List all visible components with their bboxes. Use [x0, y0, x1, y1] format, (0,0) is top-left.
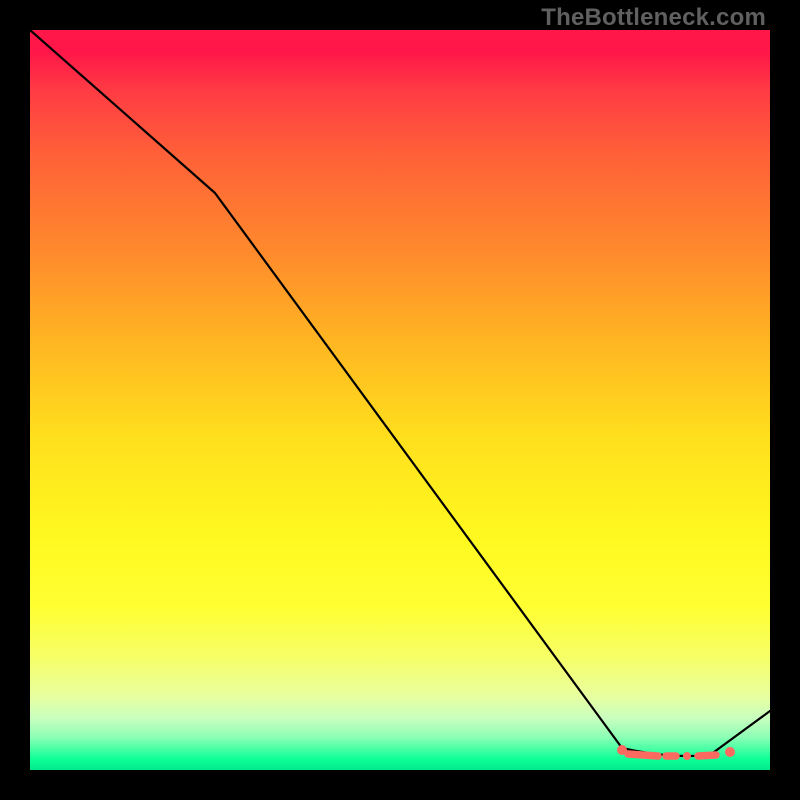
plot-area: [30, 30, 770, 770]
optimal-region-markers: [617, 745, 735, 760]
bottleneck-curve: [30, 30, 770, 756]
watermark-text: TheBottleneck.com: [541, 4, 766, 32]
chart-overlay: [30, 30, 770, 770]
chart-container: TheBottleneck.com: [0, 0, 800, 800]
